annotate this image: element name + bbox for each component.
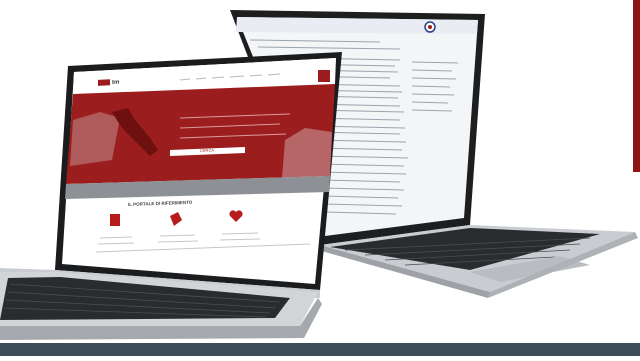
feature-book-icon — [110, 214, 120, 226]
bottom-band — [0, 343, 640, 356]
front-screen-logo-mark — [98, 79, 110, 86]
front-screen-menu-button — [318, 70, 330, 82]
back-screen-badge-dot — [428, 25, 432, 29]
front-laptop — [0, 52, 342, 340]
back-screen-header — [236, 17, 478, 34]
laptops-photo: tm CERCA IL PORTALE DI RIFERIMENTO — [0, 0, 640, 356]
front-screen-logo-text: tm — [112, 79, 120, 86]
front-hero-button-label: CERCA — [200, 147, 215, 153]
laptops-illustration — [0, 10, 638, 340]
brand-accent-bar — [633, 0, 640, 172]
